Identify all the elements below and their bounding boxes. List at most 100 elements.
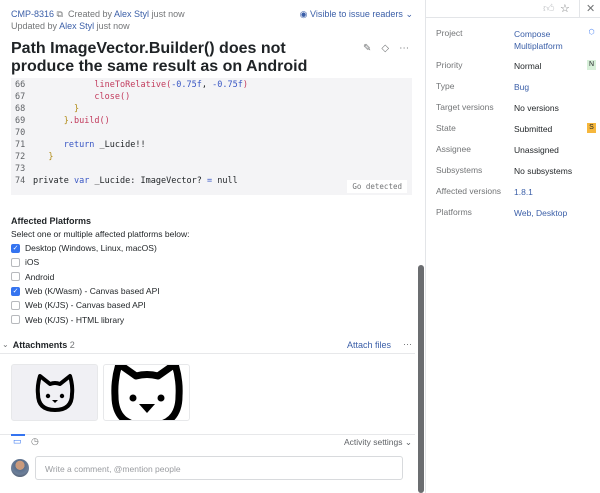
field-row[interactable]: Target versions No versions: [436, 102, 596, 114]
platforms-subtitle: Select one or multiple affected platform…: [11, 229, 190, 239]
field-label: Platforms: [436, 207, 472, 217]
updated-by-link[interactable]: Alex Styl: [59, 21, 94, 31]
platform-checkbox[interactable]: ✓ Desktop (Windows, Linux, macOS): [11, 241, 189, 255]
code-line: 70: [11, 127, 33, 139]
field-row[interactable]: State Submitted S: [436, 123, 596, 135]
thumbs-up-icon[interactable]: 👍︎: [543, 2, 555, 15]
field-label: Type: [436, 81, 455, 91]
code-line: 71 return _Lucide!!: [11, 139, 146, 151]
field-value[interactable]: No subsystems: [514, 165, 596, 177]
platform-checkbox[interactable]: Web (K/JS) - Canvas based API: [11, 298, 189, 312]
tag-icon[interactable]: ◇: [381, 43, 389, 54]
activity-settings-dropdown[interactable]: Activity settings ⌄: [344, 437, 412, 448]
code-token: close(): [94, 92, 131, 102]
star-icon[interactable]: ☆: [560, 2, 570, 15]
code-line: 68 }: [11, 103, 79, 115]
more-icon[interactable]: ⋯: [403, 339, 412, 350]
checkbox-icon[interactable]: ✓: [11, 243, 20, 253]
field-value[interactable]: Submitted: [514, 123, 596, 135]
code-token: }: [48, 152, 54, 162]
code-token: -0.75f: [212, 80, 243, 90]
chevron-down-icon: ⌄: [405, 9, 413, 19]
field-row[interactable]: Priority Normal N: [436, 60, 596, 72]
cat-image: [110, 365, 183, 420]
field-value[interactable]: Unassigned: [514, 144, 596, 156]
checkbox-icon[interactable]: ✓: [11, 286, 20, 296]
line-number: 68: [15, 104, 26, 114]
field-row[interactable]: Platforms Web, Desktop: [436, 207, 596, 219]
code-token: }: [73, 104, 80, 114]
code-token: .build(): [68, 116, 110, 126]
eye-icon: ◉: [299, 9, 308, 19]
author-link[interactable]: Alex Styl: [114, 9, 149, 19]
attachments-count: 2: [69, 339, 75, 350]
field-row[interactable]: Subsystems No subsystems: [436, 165, 596, 177]
more-icon[interactable]: ⋯: [399, 43, 409, 54]
platform-checkbox[interactable]: iOS: [11, 255, 189, 269]
checkbox-icon[interactable]: [11, 315, 20, 325]
code-token: _Lucide: ImageVector?: [94, 176, 208, 186]
copy-icon[interactable]: ⧉: [57, 9, 63, 19]
attachment-thumbnail[interactable]: [11, 364, 98, 421]
checkbox-icon[interactable]: [11, 257, 20, 267]
affected-platforms: Affected Platforms Select one or multipl…: [11, 216, 189, 327]
field-label: Priority: [436, 60, 463, 70]
fields-panel: 👍︎ ☆ ✕ Project Compose Multiplatform ⬡ Prio…: [425, 0, 600, 493]
activity-settings-label: Activity settings: [343, 437, 403, 447]
field-label: Affected versions: [436, 186, 502, 196]
checkbox-icon[interactable]: [11, 272, 20, 282]
updated-prefix: Updated by: [11, 21, 58, 31]
field-value[interactable]: Bug: [514, 81, 596, 93]
field-label: State: [436, 123, 456, 133]
close-icon[interactable]: ✕: [579, 0, 595, 18]
code-token: ): [242, 80, 248, 90]
field-row[interactable]: Affected versions 1.8.1: [436, 186, 596, 198]
code-token: ,: [201, 80, 213, 90]
field-label: Target versions: [436, 102, 494, 112]
code-line: 73: [11, 163, 33, 175]
platform-label: Web (K/JS) - Canvas based API: [25, 300, 146, 311]
field-row[interactable]: Project Compose Multiplatform ⬡: [436, 28, 596, 52]
platform-checkbox[interactable]: Android: [11, 270, 189, 284]
comments-tab-icon[interactable]: ▭: [13, 436, 22, 447]
attachment-thumbnail[interactable]: [103, 364, 190, 421]
field-value[interactable]: Web, Desktop: [514, 207, 596, 219]
platforms-heading: Affected Platforms: [11, 216, 92, 226]
line-number: 67: [15, 92, 26, 102]
field-row[interactable]: Assignee Unassigned: [436, 144, 596, 156]
edit-icon[interactable]: ✎: [363, 43, 371, 54]
line-number: 69: [15, 116, 26, 126]
visibility-dropdown[interactable]: ◉ Visible to issue readers ⌄: [300, 9, 413, 20]
code-token: _Lucide!!: [99, 140, 146, 150]
field-value[interactable]: Compose Multiplatform: [514, 28, 596, 52]
updated-meta: Updated by Alex Styl just now: [11, 21, 130, 31]
platform-label: Web (K/JS) - HTML library: [25, 314, 125, 325]
scrollbar[interactable]: [418, 265, 424, 493]
field-label: Assignee: [436, 144, 471, 154]
code-token: lineToRelative(: [94, 80, 172, 90]
platform-checkbox[interactable]: ✓ Web (K/Wasm) - Canvas based API: [11, 284, 189, 298]
field-badge: S: [587, 123, 596, 133]
checkbox-icon[interactable]: [11, 300, 20, 310]
field-row[interactable]: Type Bug: [436, 81, 596, 93]
issue-id[interactable]: CMP-8316: [11, 9, 54, 19]
chevron-down-icon[interactable]: ⌄: [2, 340, 9, 349]
platform-label: iOS: [25, 257, 40, 268]
comment-input[interactable]: Write a comment, @mention people: [35, 456, 403, 480]
code-token: var: [73, 176, 95, 186]
updated-time: just now: [96, 21, 130, 31]
language-badge: Go detected: [347, 180, 407, 193]
history-tab-icon[interactable]: ◷: [31, 436, 39, 447]
field-value[interactable]: No versions: [514, 102, 596, 114]
platform-checkbox[interactable]: Web (K/JS) - HTML library: [11, 312, 189, 326]
field-label: Subsystems: [436, 165, 483, 175]
platform-label: Web (K/Wasm) - Canvas based API: [25, 286, 160, 297]
code-line: 72 }: [11, 151, 53, 163]
attach-files-link[interactable]: Attach files: [347, 340, 391, 350]
activity-tabs: ▭ ◷ Activity settings ⌄: [0, 434, 415, 448]
field-badge: N: [587, 60, 596, 70]
code-line: 67 close(): [11, 91, 130, 103]
field-value[interactable]: 1.8.1: [514, 186, 596, 198]
issue-panel: CMP-8316 ⧉ Created by Alex Styl just now…: [0, 0, 425, 493]
field-value[interactable]: Normal: [514, 60, 596, 72]
